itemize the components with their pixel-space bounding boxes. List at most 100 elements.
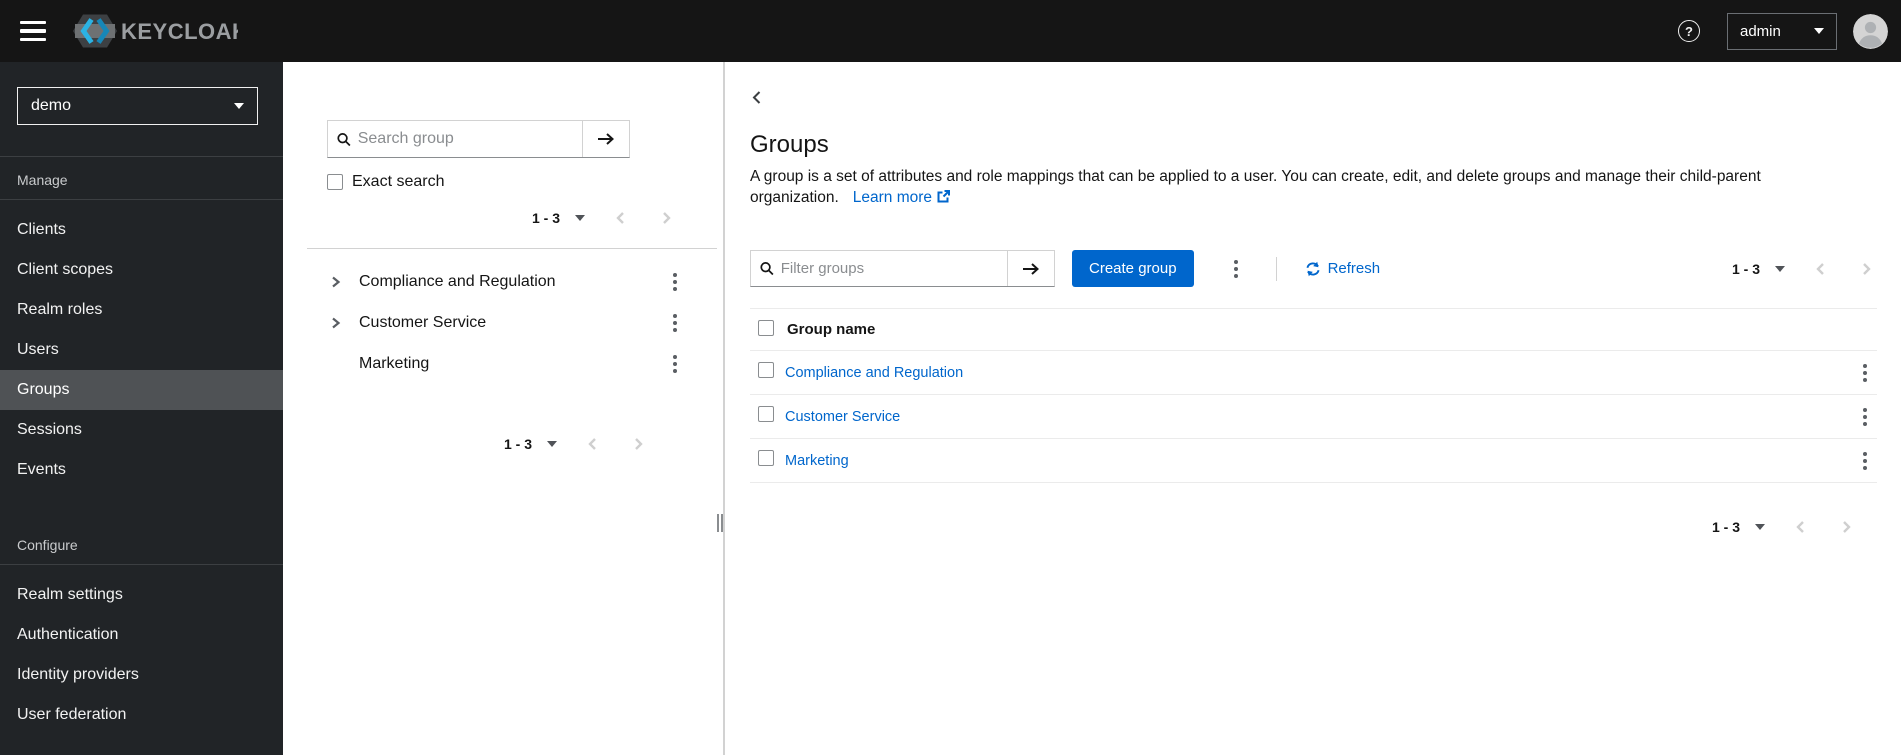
groups-table: Group name Compliance and Regulation Cus… [750, 308, 1877, 483]
avatar-icon [1853, 13, 1888, 49]
table-pagination-bottom-row: 1 - 3 [750, 515, 1877, 539]
exact-search-checkbox[interactable] [327, 174, 343, 190]
tree-item-marketing[interactable]: Marketing [283, 343, 723, 384]
table-row: Compliance and Regulation [750, 350, 1877, 395]
keycloak-logo: KEYCLOAK [72, 12, 238, 50]
group-tree-list: Compliance and Regulation Customer Servi… [283, 249, 723, 384]
realm-selector[interactable]: demo [17, 87, 258, 125]
sidebar-item-authentication[interactable]: Authentication [0, 615, 283, 655]
filter-groups-input[interactable] [780, 260, 1007, 277]
create-group-button[interactable]: Create group [1072, 250, 1194, 287]
table-row: Customer Service [750, 394, 1877, 439]
chevron-left-icon [615, 212, 624, 224]
sidebar-item-realm-roles[interactable]: Realm roles [0, 290, 283, 330]
tree-item-compliance-and-regulation[interactable]: Compliance and Regulation [283, 261, 723, 302]
refresh-button[interactable]: Refresh [1305, 260, 1380, 277]
row-kebab-menu-icon[interactable] [1853, 405, 1877, 429]
pagination-toggle[interactable]: 1 - 3 [1712, 519, 1765, 535]
nav-section-configure: Configure [17, 537, 78, 553]
expand-toggle[interactable] [329, 275, 342, 289]
kebab-menu-icon[interactable] [663, 352, 687, 376]
page-description: A group is a set of attributes and role … [750, 166, 1877, 208]
avatar[interactable] [1853, 13, 1888, 49]
realm-name: demo [31, 97, 72, 114]
search-icon [760, 262, 774, 276]
learn-more-link[interactable]: Learn more [853, 189, 951, 206]
search-submit-button[interactable] [582, 121, 629, 157]
chevron-down-icon [1814, 28, 1824, 34]
group-link[interactable]: Compliance and Regulation [785, 365, 963, 381]
pagination-toggle[interactable]: 1 - 3 [1732, 261, 1785, 277]
kebab-menu-icon[interactable] [663, 311, 687, 335]
chevron-right-icon [332, 276, 341, 287]
pagination-next-button[interactable] [1855, 258, 1877, 280]
panel-resize-divider[interactable] [717, 62, 725, 755]
pagination-prev-button[interactable] [609, 207, 631, 229]
row-checkbox[interactable] [758, 450, 774, 466]
refresh-icon [1306, 261, 1320, 276]
expand-toggle[interactable] [329, 316, 342, 330]
sidebar-item-events[interactable]: Events [0, 450, 283, 490]
sidebar-item-sessions[interactable]: Sessions [0, 410, 283, 450]
sidebar-item-user-federation[interactable]: User federation [0, 695, 283, 735]
exact-search-row: Exact search [327, 173, 723, 191]
groups-toolbar: Create group Refresh 1 - 3 [750, 250, 1877, 287]
pagination-toggle[interactable]: 1 - 3 [504, 436, 557, 452]
pagination-prev-button[interactable] [581, 433, 603, 455]
group-link[interactable]: Marketing [785, 453, 849, 469]
chevron-right-icon [662, 212, 671, 224]
page-layout: demo Manage Clients Client scopes Realm … [0, 62, 1901, 755]
pagination-prev-button[interactable] [1789, 516, 1811, 538]
brand-text: KEYCLOAK [121, 19, 238, 44]
search-group-input[interactable] [357, 130, 582, 148]
user-dropdown[interactable]: admin [1727, 12, 1837, 50]
chevron-down-icon [1755, 524, 1765, 530]
pagination-prev-button[interactable] [1809, 258, 1831, 280]
pagination-next-button[interactable] [655, 207, 677, 229]
page-title: Groups [750, 131, 829, 158]
row-kebab-menu-icon[interactable] [1853, 449, 1877, 473]
chevron-right-icon [1842, 521, 1851, 533]
chevron-right-icon [634, 438, 643, 450]
group-name[interactable]: Compliance and Regulation [359, 273, 556, 291]
select-all-checkbox[interactable] [758, 319, 774, 336]
sidebar-item-clients[interactable]: Clients [0, 210, 283, 250]
group-name[interactable]: Customer Service [359, 314, 486, 332]
sidebar-item-identity-providers[interactable]: Identity providers [0, 655, 283, 695]
help-icon[interactable]: ? [1678, 20, 1700, 42]
exact-search-label[interactable]: Exact search [352, 173, 444, 191]
chevron-right-icon [1862, 262, 1871, 275]
row-checkbox[interactable] [758, 362, 774, 378]
pagination-toggle[interactable]: 1 - 3 [532, 210, 585, 226]
collapse-panel-button[interactable] [751, 88, 771, 106]
hamburger-menu-icon[interactable] [20, 21, 46, 41]
chevron-right-icon [332, 317, 341, 328]
sidebar-item-groups[interactable]: Groups [0, 370, 283, 410]
sidebar-item-client-scopes[interactable]: Client scopes [0, 250, 283, 290]
top-bar-right: ? admin [1678, 12, 1901, 50]
chevron-left-icon [752, 90, 761, 104]
row-kebab-menu-icon[interactable] [1853, 361, 1877, 385]
group-name[interactable]: Marketing [359, 355, 429, 373]
filter-submit-button[interactable] [1007, 251, 1054, 286]
sidebar-item-users[interactable]: Users [0, 330, 283, 370]
sidebar-item-realm-settings[interactable]: Realm settings [0, 575, 283, 615]
tree-pagination-bottom: 1 - 3 [283, 432, 723, 456]
pagination-next-button[interactable] [627, 433, 649, 455]
tree-item-customer-service[interactable]: Customer Service [283, 302, 723, 343]
group-link[interactable]: Customer Service [785, 409, 900, 425]
keycloak-logo-icon: KEYCLOAK [73, 14, 238, 48]
table-pagination-bottom: 1 - 3 [1712, 515, 1857, 539]
pagination-range: 1 - 3 [531, 210, 560, 226]
row-checkbox[interactable] [758, 406, 774, 422]
pagination-next-button[interactable] [1835, 516, 1857, 538]
external-link-icon [937, 190, 951, 203]
toolbar-kebab-menu-icon[interactable] [1224, 257, 1248, 281]
top-bar: KEYCLOAK ? admin [0, 0, 1901, 62]
search-icon [337, 132, 351, 146]
kebab-menu-icon[interactable] [663, 270, 687, 294]
groups-main-panel: Groups A group is a set of attributes an… [725, 62, 1901, 755]
tree-pagination-top: 1 - 3 [283, 206, 723, 230]
resize-handle-icon[interactable] [717, 514, 723, 532]
group-search-control [327, 120, 630, 158]
